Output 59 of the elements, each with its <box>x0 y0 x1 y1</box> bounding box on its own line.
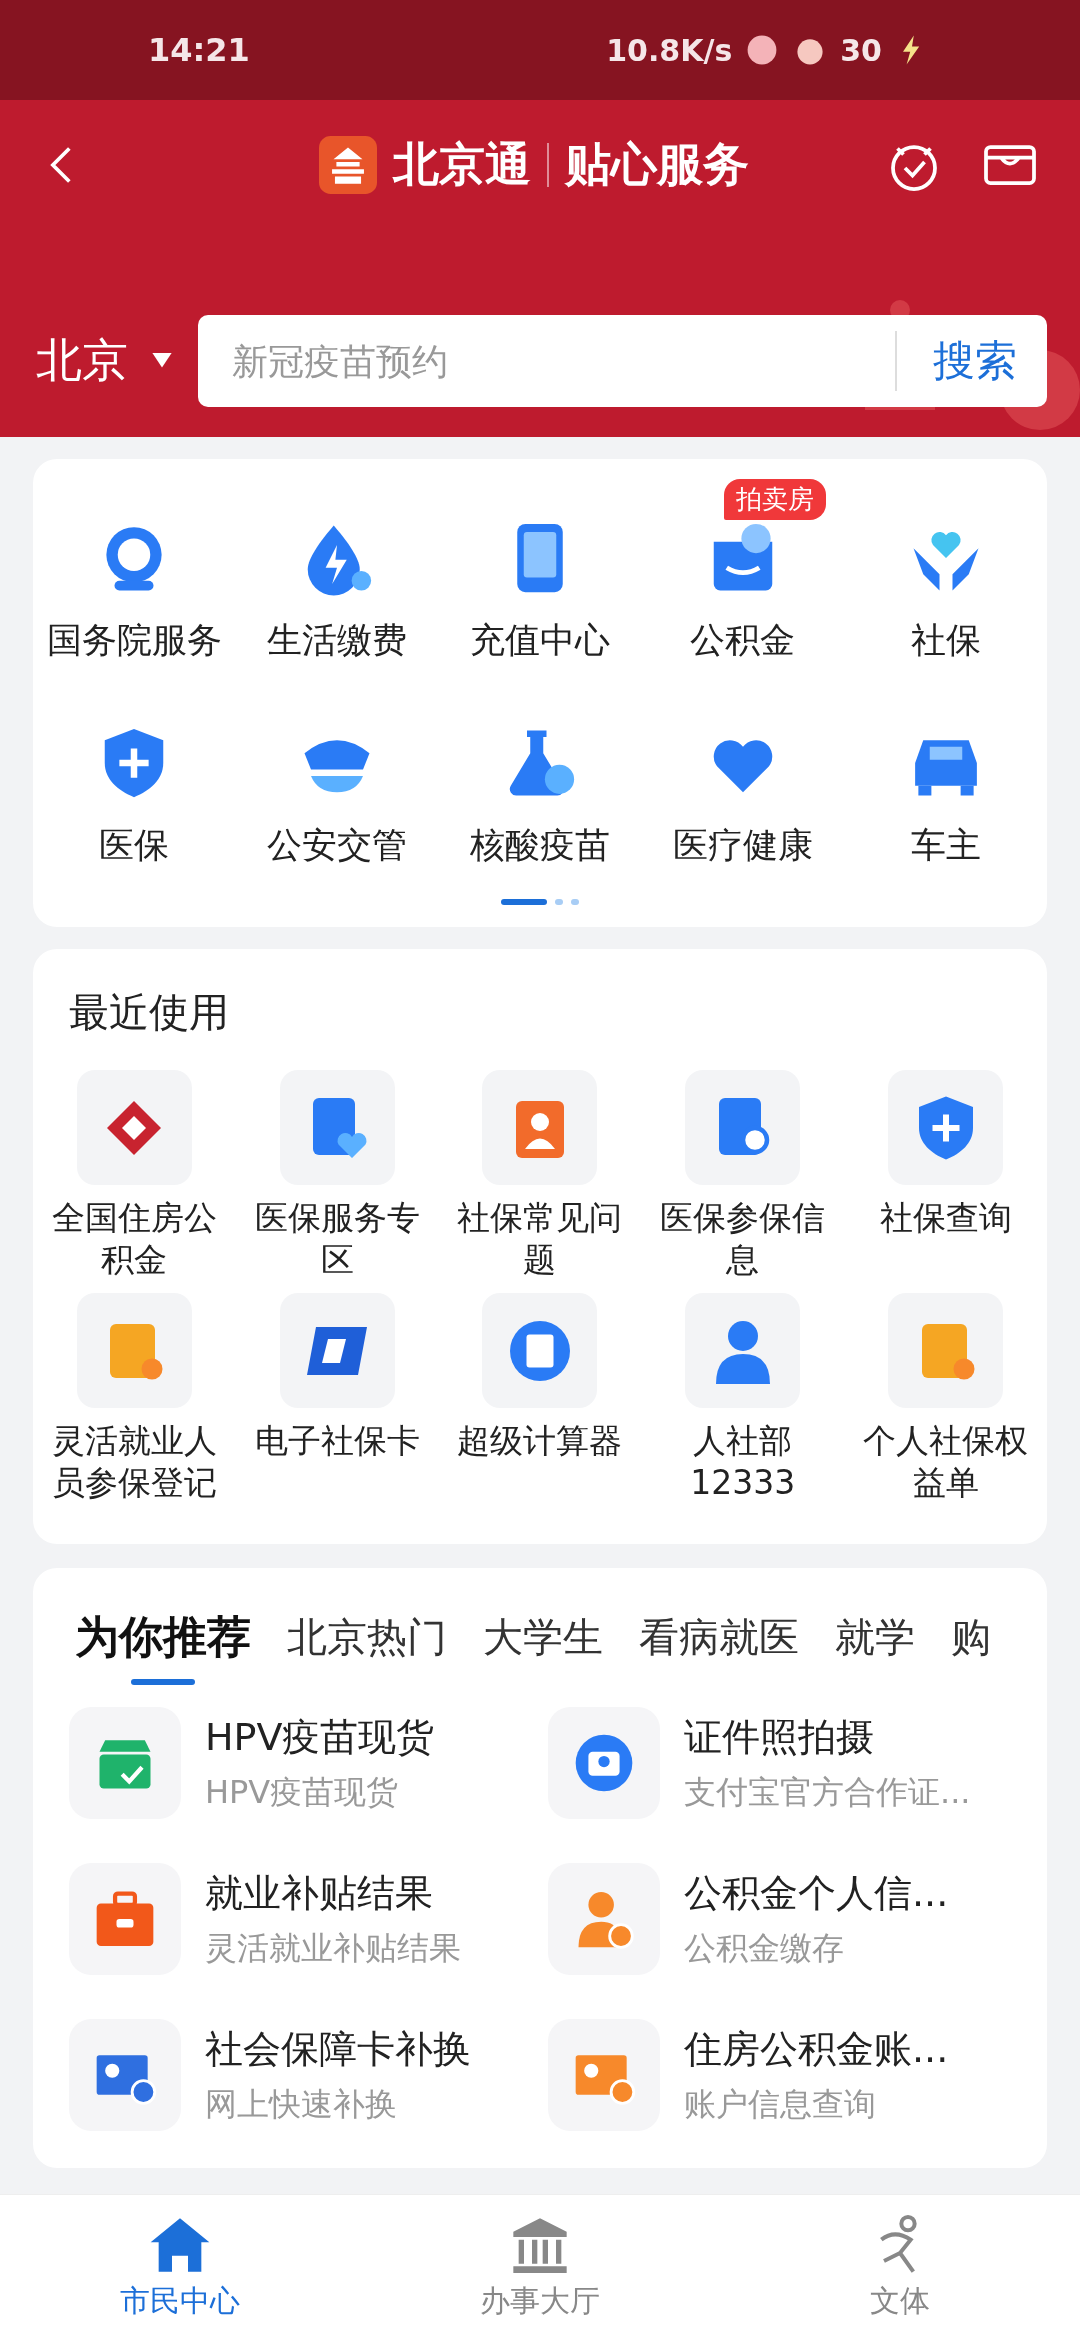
service-item[interactable]: 核酸疫苗 <box>438 680 642 869</box>
item-title: 证件照拍摄 <box>684 1713 875 1761</box>
item-title: HPV疫苗现货 <box>205 1713 435 1761</box>
tab-bar-item[interactable]: 办事大厅 <box>360 2195 720 2340</box>
city-selector[interactable]: 北京 <box>36 330 172 392</box>
caret-icon <box>152 353 172 369</box>
service-item[interactable]: 车主 <box>844 680 1047 869</box>
recommend-item[interactable]: 就业补贴结果 灵活就业补贴结果 <box>69 1863 548 1975</box>
tab-bar-item[interactable]: 文体 <box>720 2195 1080 2340</box>
item-subtitle: HPV疫苗现货 <box>205 1771 400 1813</box>
category-tab[interactable]: 看病就医 <box>639 1608 799 1691</box>
category-tab[interactable]: 为你推荐 <box>75 1608 251 1691</box>
service-item[interactable]: 充值中心 <box>438 475 642 664</box>
service-item[interactable]: 国务院服务 <box>33 475 236 664</box>
category-tab[interactable]: 购 <box>951 1608 991 1691</box>
battery-level: 30 <box>840 32 882 68</box>
recent-item[interactable]: 超级计算器 <box>438 1293 642 1504</box>
service-item[interactable]: 医保 <box>33 680 236 869</box>
recent-item[interactable]: 全国住房公积金 <box>33 1070 236 1281</box>
service-item[interactable]: 社保 <box>844 475 1047 664</box>
recent-item[interactable]: 社保常见问题 <box>438 1070 642 1281</box>
category-tab[interactable]: 就学 <box>835 1608 915 1691</box>
section-title: 最近使用 <box>68 988 230 1037</box>
recommend-item[interactable]: 公积金个人信... 公积金缴存 <box>548 1863 1027 1975</box>
clock: 14:21 <box>148 31 250 69</box>
category-tab[interactable]: 北京热门 <box>287 1608 447 1691</box>
item-subtitle: 支付宝官方合作证... <box>684 1771 971 1813</box>
recommend-item[interactable]: 证件照拍摄 支付宝官方合作证... <box>548 1707 1027 1819</box>
category-tab[interactable]: 大学生 <box>483 1608 603 1691</box>
search-field[interactable]: 新冠疫苗预约 搜索 <box>198 315 1047 407</box>
tag-badge: 拍卖房 <box>723 479 826 520</box>
network-speed: 10.8K/s <box>606 32 733 68</box>
item-title: 就业补贴结果 <box>205 1869 434 1917</box>
temple-logo-icon <box>319 136 377 194</box>
recent-item[interactable]: 电子社保卡 <box>235 1293 439 1504</box>
service-item[interactable]: 拍卖房 公积金 <box>641 475 845 664</box>
recent-item[interactable]: 人社部12333 <box>641 1293 845 1504</box>
recent-item[interactable]: 个人社保权益单 <box>844 1293 1047 1504</box>
item-subtitle: 网上快速补换 <box>205 2083 398 2125</box>
item-subtitle: 灵活就业补贴结果 <box>205 1927 461 1969</box>
recommend-item[interactable]: HPV疫苗现货 HPV疫苗现货 <box>69 1707 548 1819</box>
item-subtitle: 公积金缴存 <box>684 1927 845 1969</box>
item-title: 社会保障卡补换 <box>205 2025 471 2073</box>
recent-item[interactable]: 社保查询 <box>844 1070 1047 1281</box>
recommend-item[interactable]: 住房公积金账... 账户信息查询 <box>548 2019 1027 2131</box>
item-subtitle: 账户信息查询 <box>684 2083 877 2125</box>
search-button[interactable]: 搜索 <box>933 333 1017 389</box>
service-item[interactable]: 医疗健康 <box>641 680 845 869</box>
app-slogan: 贴心服务 <box>565 136 749 193</box>
service-item[interactable]: 生活缴费 <box>235 475 439 664</box>
recommend-item[interactable]: 社会保障卡补换 网上快速补换 <box>69 2019 548 2131</box>
tab-bar-item[interactable]: 市民中心 <box>0 2195 360 2340</box>
app-name: 北京通 <box>393 136 531 193</box>
item-title: 公积金个人信... <box>684 1869 949 1917</box>
service-item[interactable]: 公安交管 <box>235 680 439 869</box>
recent-item[interactable]: 医保服务专区 <box>235 1070 439 1281</box>
recent-item[interactable]: 医保参保信息 <box>641 1070 845 1281</box>
item-title: 住房公积金账... <box>684 2025 949 2073</box>
recent-item[interactable]: 灵活就业人员参保登记 <box>33 1293 236 1504</box>
